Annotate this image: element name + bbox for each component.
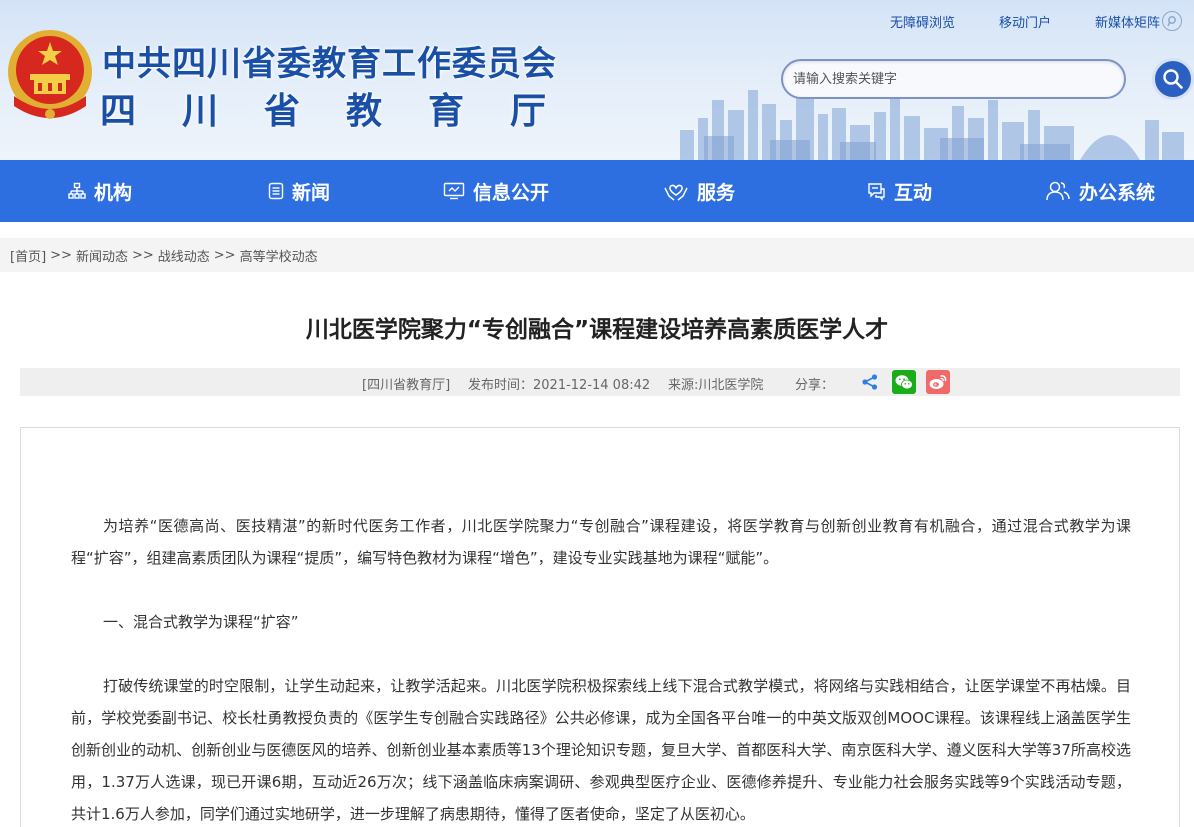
chat-bubble-icon xyxy=(868,183,885,201)
weibo-icon xyxy=(929,375,947,389)
breadcrumb-university-updates[interactable]: 高等学校动态 xyxy=(240,246,318,265)
article-paragraph-intro: 为培养“医德高尚、医技精湛”的新时代医务工作者，川北医学院聚力“专创融合”课程建… xyxy=(71,517,1131,567)
wechat-icon xyxy=(895,375,913,390)
breadcrumb-separator: >> xyxy=(131,247,154,263)
nav-label-news: 新闻 xyxy=(292,181,331,204)
breadcrumb-separator: >> xyxy=(213,247,236,263)
meta-source: [四川省教育厅] xyxy=(362,378,451,393)
site-title-committee: 中共四川省委教育工作委员会 xyxy=(102,44,557,84)
users-icon xyxy=(1046,181,1070,201)
document-icon xyxy=(268,182,284,200)
mobile-portal-link[interactable]: 移动门户 xyxy=(999,12,1051,31)
nav-label-info-disclosure: 信息公开 xyxy=(473,181,550,204)
breadcrumb-news-updates[interactable]: 新闻动态 xyxy=(76,246,128,265)
search-icon xyxy=(1163,69,1183,89)
meta-publish-date: 发布时间：2021-12-14 08:42 xyxy=(468,378,651,393)
new-media-matrix-link[interactable]: 新媒体矩阵 xyxy=(1095,11,1182,31)
national-emblem-logo xyxy=(8,30,92,119)
breadcrumb-sector-updates[interactable]: 战线动态 xyxy=(158,246,210,265)
article-title: 川北医学院聚力“专创融合”课程建设培养高素质医学人才 xyxy=(305,317,889,343)
media-matrix-icon xyxy=(1162,11,1182,31)
wechat-share-button[interactable] xyxy=(892,370,916,394)
nav-label-organization: 机构 xyxy=(94,181,133,204)
share-icon xyxy=(862,374,878,390)
nav-item-service[interactable]: 服务 xyxy=(663,160,735,222)
search-button[interactable] xyxy=(1152,58,1194,100)
nav-item-organization[interactable]: 机构 xyxy=(68,160,132,222)
nav-label-office-system: 办公系统 xyxy=(1079,181,1156,204)
site-title-department: 四川省教育厅 xyxy=(100,91,593,132)
nav-item-interaction[interactable]: 互动 xyxy=(866,160,932,222)
breadcrumb: [首页] >> 新闻动态 >> 战线动态 >> 高等学校动态 xyxy=(0,238,1194,272)
search-input[interactable] xyxy=(781,59,1126,99)
org-chart-icon xyxy=(68,182,86,199)
site-header: 中共四川省委教育工作委员会 四川省教育厅 无障碍浏览 移动门户 新媒体矩阵 xyxy=(0,0,1194,160)
main-nav: 机构 新闻 信息公开 服务 互动 办公系统 xyxy=(0,160,1194,222)
nav-item-info-disclosure[interactable]: 信息公开 xyxy=(443,160,549,222)
article-section-heading: 一、混合式教学为课程“扩容” xyxy=(103,613,299,631)
breadcrumb-separator: >> xyxy=(50,247,72,263)
article-paragraph-body: 打破传统课堂的时空限制，让学生动起来，让教学活起来。川北医学院积极探索线上线下混… xyxy=(71,677,1131,823)
accessibility-link[interactable]: 无障碍浏览 xyxy=(890,12,955,31)
meta-share-label: 分享： xyxy=(795,378,835,393)
monitor-icon xyxy=(443,182,465,200)
top-links: 无障碍浏览 移动门户 新媒体矩阵 xyxy=(846,11,1182,31)
share-button[interactable] xyxy=(858,370,882,394)
breadcrumb-home[interactable]: [首页] xyxy=(10,246,46,265)
nav-label-interaction: 互动 xyxy=(894,181,933,204)
hands-heart-icon xyxy=(664,184,688,201)
nav-label-service: 服务 xyxy=(697,181,736,204)
meta-origin: 来源:川北医学院 xyxy=(668,378,764,393)
weibo-share-button[interactable] xyxy=(926,370,950,394)
new-media-matrix-label: 新媒体矩阵 xyxy=(1094,15,1160,31)
nav-item-office-system[interactable]: 办公系统 xyxy=(1045,160,1155,222)
article-content: 为培养“医德高尚、医技精湛”的新时代医务工作者，川北医学院聚力“专创融合”课程建… xyxy=(20,427,1180,827)
nav-item-news[interactable]: 新闻 xyxy=(268,160,330,222)
article-meta-bar: [四川省教育厅] 发布时间：2021-12-14 08:42 来源:川北医学院 … xyxy=(20,368,1180,396)
